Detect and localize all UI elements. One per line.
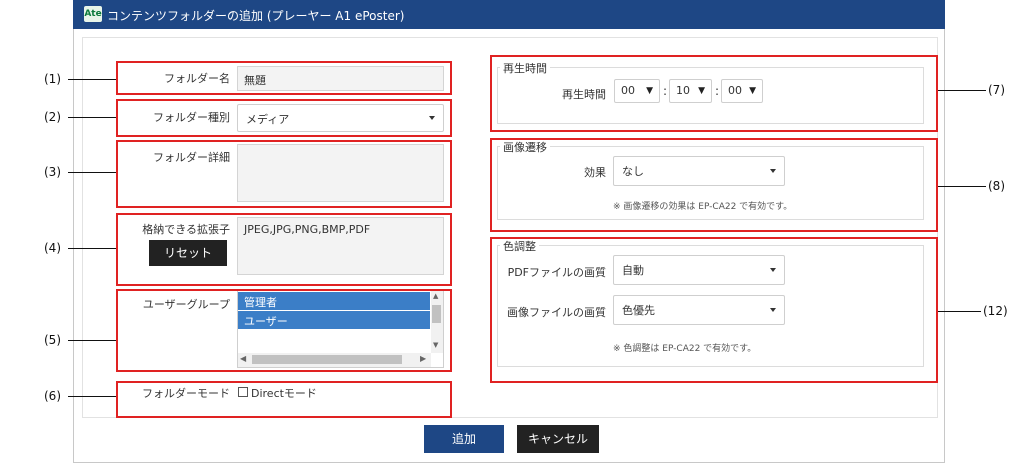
highlight-box-7: [490, 55, 938, 132]
highlight-box-3: [116, 140, 452, 208]
callout-12: (12): [983, 304, 1008, 318]
callout-2: (2): [44, 110, 61, 124]
leader-line: [68, 79, 116, 80]
cancel-button[interactable]: キャンセル: [517, 425, 599, 453]
leader-line: [68, 248, 116, 249]
callout-5: (5): [44, 333, 61, 347]
highlight-box-6: [116, 381, 452, 418]
callout-8: (8): [988, 179, 1005, 193]
highlight-box-5: [116, 289, 452, 372]
add-button[interactable]: 追加: [424, 425, 504, 453]
dialog-title: コンテンツフォルダーの追加 (プレーヤー A1 ePoster): [107, 9, 405, 23]
leader-line: [938, 90, 986, 91]
highlight-box-8: [490, 138, 938, 232]
leader-line: [68, 117, 116, 118]
leader-line: [68, 172, 116, 173]
app-icon: Ate: [84, 6, 102, 22]
callout-4: (4): [44, 241, 61, 255]
leader-line: [68, 396, 116, 397]
callout-7: (7): [988, 83, 1005, 97]
callout-1: (1): [44, 72, 61, 86]
leader-line: [938, 311, 981, 312]
highlight-box-4: [116, 213, 452, 286]
highlight-box-1: [116, 61, 452, 95]
highlight-box-2: [116, 99, 452, 137]
highlight-box-12: [490, 237, 938, 383]
leader-line: [938, 186, 986, 187]
leader-line: [68, 340, 116, 341]
callout-3: (3): [44, 165, 61, 179]
callout-6: (6): [44, 389, 61, 403]
